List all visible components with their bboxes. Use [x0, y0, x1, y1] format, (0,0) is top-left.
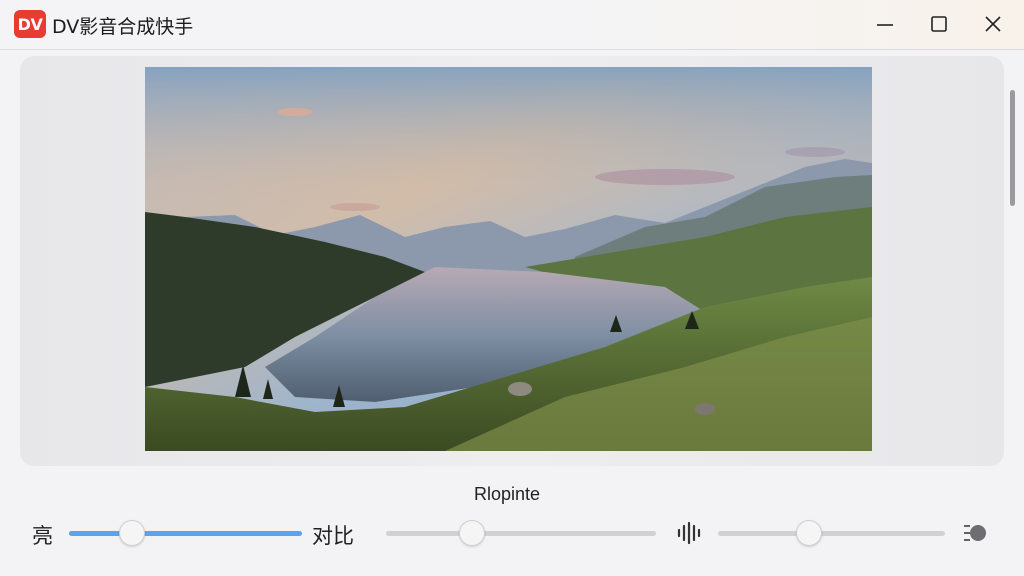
close-button[interactable] [966, 0, 1020, 48]
volume-slider[interactable] [718, 520, 945, 546]
brightness-slider-thumb[interactable] [118, 520, 145, 546]
landscape-image [145, 67, 872, 451]
brightness-slider-fill [69, 531, 302, 536]
window-title: DV影音合成快手 [52, 16, 194, 38]
vertical-scrollbar[interactable] [1010, 90, 1015, 206]
video-preview-image [145, 67, 872, 451]
contrast-label: 对比 [312, 524, 354, 548]
app-logo: DV [14, 10, 46, 38]
minimize-icon [877, 24, 893, 26]
contrast-slider[interactable] [386, 520, 656, 546]
preview-caption: Rlopinte [473, 484, 541, 504]
maximize-button[interactable] [912, 0, 966, 48]
brightness-slider[interactable] [69, 520, 302, 546]
maximize-icon [931, 16, 947, 32]
audio-waveform-icon [677, 521, 701, 545]
minimize-button[interactable] [858, 0, 912, 48]
volume-slider-thumb[interactable] [795, 520, 822, 546]
title-bar: DV DV影音合成快手 [0, 0, 1024, 50]
close-icon [985, 16, 1001, 32]
volume-end-icon[interactable] [962, 521, 988, 545]
contrast-slider-thumb[interactable] [459, 520, 486, 546]
brightness-label: 亮 [32, 524, 53, 548]
